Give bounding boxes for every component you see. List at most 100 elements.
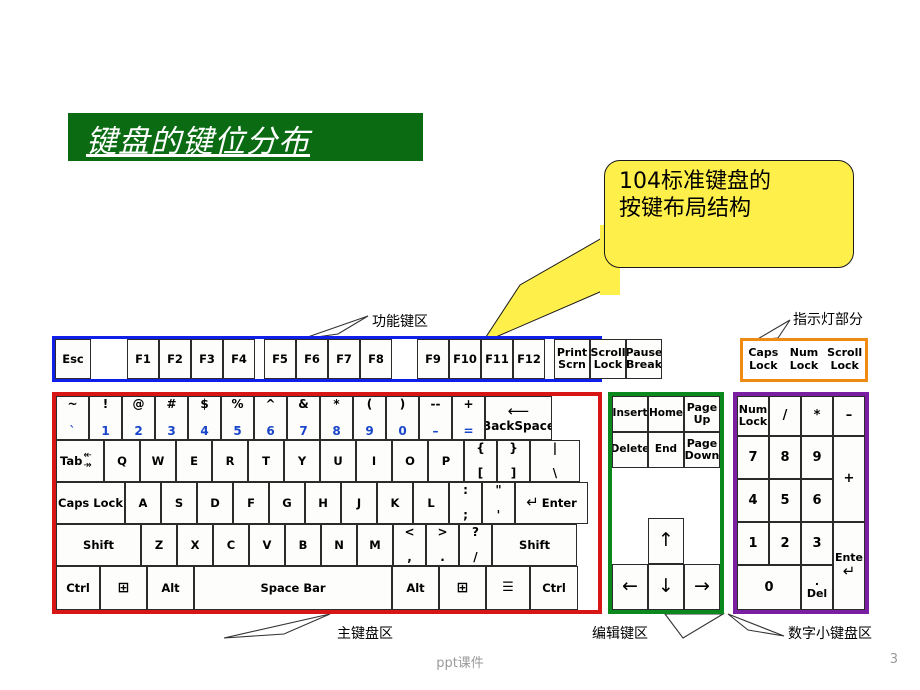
- numkey-sym[interactable]: +: [833, 436, 865, 522]
- editkey-arrow-down[interactable]: ↓: [648, 564, 684, 610]
- key-alt[interactable]: Alt: [392, 566, 439, 610]
- key-c[interactable]: C: [213, 524, 249, 566]
- editkey-insert[interactable]: Insert: [612, 396, 648, 432]
- numkey-0[interactable]: 0: [737, 565, 801, 610]
- key-t[interactable]: T: [248, 440, 284, 482]
- key-enter[interactable]: ↵ Enter: [515, 482, 588, 524]
- key-k[interactable]: K: [377, 482, 413, 524]
- key-p[interactable]: P: [428, 440, 464, 482]
- key-sym[interactable]: ☰: [486, 566, 530, 610]
- editkey-arrow-left[interactable]: ←: [612, 564, 648, 610]
- numkey-ente-[interactable]: Ente ↵: [833, 522, 865, 610]
- key-y[interactable]: Y: [284, 440, 320, 482]
- key-s[interactable]: S: [161, 482, 197, 524]
- key-sym[interactable]: | \: [530, 440, 580, 482]
- key-u[interactable]: U: [320, 440, 356, 482]
- key-sym[interactable]: " ': [482, 482, 515, 524]
- key-tab[interactable]: Tab ↞ ↠: [56, 440, 104, 482]
- key-sym[interactable]: {[: [464, 440, 497, 482]
- fn-key-f3[interactable]: F3: [191, 339, 223, 379]
- key-z[interactable]: Z: [141, 524, 177, 566]
- numkey-3[interactable]: 3: [801, 522, 833, 565]
- numkey-sym[interactable]: *: [801, 396, 833, 436]
- key-ctrl[interactable]: Ctrl: [56, 566, 100, 610]
- key-5[interactable]: % 5: [221, 396, 254, 440]
- fn-key-scroll-lock[interactable]: Scroll Lock: [590, 339, 626, 379]
- key-sym[interactable]: + =: [452, 396, 485, 440]
- key-7[interactable]: & 7: [287, 396, 320, 440]
- fn-key-f2[interactable]: F2: [159, 339, 191, 379]
- key-j[interactable]: J: [341, 482, 377, 524]
- key-sym[interactable]: }]: [497, 440, 530, 482]
- editkey-end[interactable]: End: [648, 432, 684, 468]
- key-d[interactable]: D: [197, 482, 233, 524]
- numkey-2[interactable]: 2: [769, 522, 801, 565]
- key-spacebar[interactable]: Space Bar: [194, 566, 392, 610]
- key-capslock[interactable]: Caps Lock: [56, 482, 125, 524]
- key-g[interactable]: G: [269, 482, 305, 524]
- key-shift[interactable]: Shift: [56, 524, 141, 566]
- key-x[interactable]: X: [177, 524, 213, 566]
- key-l[interactable]: L: [413, 482, 449, 524]
- key-sym[interactable]: ⊞: [439, 566, 486, 610]
- numkey-9[interactable]: 9: [801, 436, 833, 479]
- editkey-arrow-up[interactable]: ↑: [648, 518, 684, 564]
- key-1[interactable]: ! 1: [89, 396, 122, 440]
- fn-key-f11[interactable]: F11: [481, 339, 513, 379]
- key-b[interactable]: B: [285, 524, 321, 566]
- key-sym[interactable]: <,: [393, 524, 426, 566]
- key-n[interactable]: N: [321, 524, 357, 566]
- key-9[interactable]: (9: [353, 396, 386, 440]
- numkey-4[interactable]: 4: [737, 479, 769, 522]
- fn-key-f10[interactable]: F10: [449, 339, 481, 379]
- key-0[interactable]: ) 0: [386, 396, 419, 440]
- fn-key-f8[interactable]: F8: [360, 339, 392, 379]
- numkey-1[interactable]: 1: [737, 522, 769, 565]
- fn-key-f7[interactable]: F7: [328, 339, 360, 379]
- key-o[interactable]: O: [392, 440, 428, 482]
- key-6[interactable]: ^ 6: [254, 396, 287, 440]
- numkey-8[interactable]: 8: [769, 436, 801, 479]
- numkey-7[interactable]: 7: [737, 436, 769, 479]
- key-sym[interactable]: :;: [449, 482, 482, 524]
- fn-key-f6[interactable]: F6: [296, 339, 328, 379]
- key-8[interactable]: * 8: [320, 396, 353, 440]
- key-sym[interactable]: >.: [426, 524, 459, 566]
- key-2[interactable]: @2: [122, 396, 155, 440]
- editkey-page-up[interactable]: Page Up: [684, 396, 720, 432]
- fn-key-f12[interactable]: F12: [513, 339, 545, 379]
- editkey-page-down[interactable]: Page Down: [684, 432, 720, 468]
- key-alt[interactable]: Alt: [147, 566, 194, 610]
- key-w[interactable]: W: [140, 440, 176, 482]
- key-backspace[interactable]: ⟵ BackSpace: [485, 396, 552, 440]
- key-m[interactable]: M: [357, 524, 393, 566]
- key-r[interactable]: R: [212, 440, 248, 482]
- key-q[interactable]: Q: [104, 440, 140, 482]
- key-i[interactable]: I: [356, 440, 392, 482]
- numkey-6[interactable]: 6: [801, 479, 833, 522]
- key-3[interactable]: #3: [155, 396, 188, 440]
- numkey-sym[interactable]: –: [833, 396, 865, 436]
- editkey-home[interactable]: Home: [648, 396, 684, 432]
- key-v[interactable]: V: [249, 524, 285, 566]
- fn-key-f4[interactable]: F4: [223, 339, 255, 379]
- key-f[interactable]: F: [233, 482, 269, 524]
- editkey-delete[interactable]: Delete: [612, 432, 648, 468]
- key-h[interactable]: H: [305, 482, 341, 524]
- key-a[interactable]: A: [125, 482, 161, 524]
- numkey-sym[interactable]: /: [769, 396, 801, 436]
- key-sym[interactable]: ? /: [459, 524, 492, 566]
- fn-key-pause-break[interactable]: Pause Break: [626, 339, 662, 379]
- key-e[interactable]: E: [176, 440, 212, 482]
- key-sym[interactable]: ~ `: [56, 396, 89, 440]
- key-4[interactable]: $4: [188, 396, 221, 440]
- key-shift[interactable]: Shift: [492, 524, 577, 566]
- numkey-num-lock[interactable]: Num Lock: [737, 396, 769, 436]
- numkey--del[interactable]: . Del: [801, 565, 833, 610]
- key-ctrl[interactable]: Ctrl: [530, 566, 578, 610]
- fn-key-f1[interactable]: F1: [127, 339, 159, 379]
- fn-key-f9[interactable]: F9: [417, 339, 449, 379]
- fn-key-f5[interactable]: F5: [264, 339, 296, 379]
- fn-key-print-scrn[interactable]: Print Scrn: [554, 339, 590, 379]
- editkey-arrow-right[interactable]: →: [684, 564, 720, 610]
